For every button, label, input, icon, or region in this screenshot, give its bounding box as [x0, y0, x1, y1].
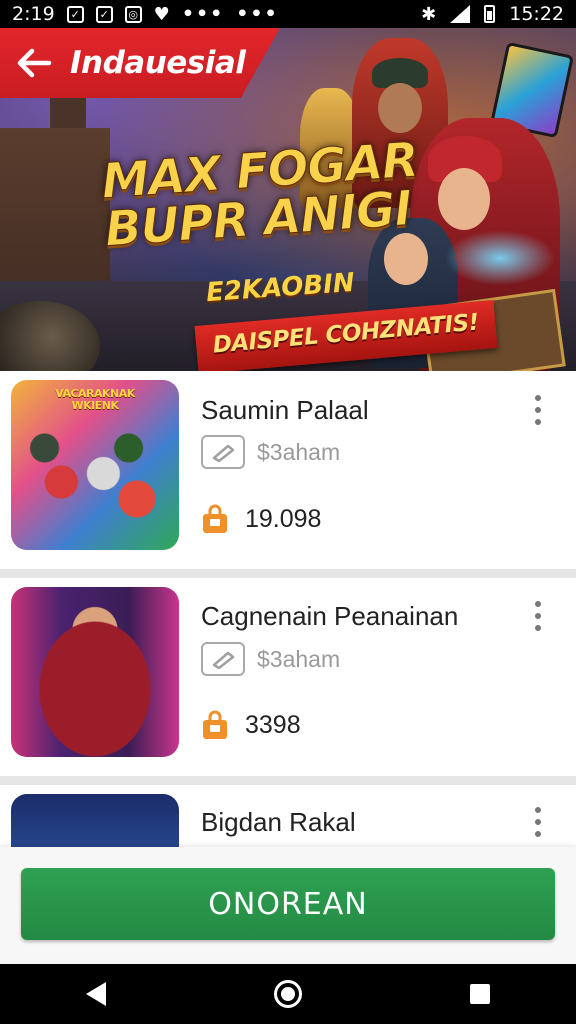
item-title: Cagnenain Peanainan	[201, 601, 459, 631]
back-arrow-icon[interactable]	[14, 43, 54, 83]
page-title: Indauesial	[70, 45, 246, 81]
tag-icon	[201, 435, 245, 469]
notification-dots: •••	[236, 3, 279, 25]
count-row: 3398	[201, 710, 301, 740]
tag-icon	[201, 642, 245, 676]
back-triangle-icon	[86, 982, 106, 1006]
heart-icon: ♥	[153, 3, 170, 25]
nav-back-button[interactable]	[66, 964, 126, 1024]
shopping-bag-icon	[201, 710, 229, 740]
bluetooth-icon: ✱	[421, 3, 437, 25]
more-options-icon[interactable]	[526, 395, 550, 425]
game-thumbnail[interactable]: VACARAKNAK WKIENK	[11, 380, 179, 550]
nav-home-button[interactable]	[258, 964, 318, 1024]
hero-face	[384, 233, 428, 285]
hero-title: MAX FOGAR BUPR ANIGI	[99, 131, 420, 258]
shopping-bag-icon	[201, 504, 229, 534]
game-thumbnail[interactable]	[11, 587, 179, 757]
check-box-icon: ✓	[66, 5, 84, 23]
home-circle-icon	[274, 980, 302, 1008]
system-nav-bar	[0, 964, 576, 1024]
header-bar: Indauesial	[0, 28, 280, 98]
item-count: 19.098	[245, 504, 322, 533]
item-title: Saumin Palaal	[201, 395, 369, 425]
status-bar: 2:19 ✓ ✓ ◎ ♥ ••• ••• ✱ 15:22	[0, 0, 576, 28]
hero-spark	[440, 228, 560, 288]
notification-dots: •••	[181, 3, 225, 25]
status-time: 2:19	[12, 3, 55, 25]
primary-action-button[interactable]: ONOREAN	[21, 868, 555, 940]
wifi-icon	[450, 5, 471, 23]
item-title: Bigdan Rakal	[201, 807, 356, 837]
game-list: VACARAKNAK WKIENK Saumin Palaal $3aham 1…	[0, 371, 576, 847]
count-row: 19.098	[201, 504, 321, 534]
hero-face	[378, 83, 422, 133]
thumbnail-title: VACARAKNAK WKIENK	[55, 387, 135, 412]
android-box-icon: ◎	[124, 5, 142, 23]
more-options-icon[interactable]	[526, 601, 550, 631]
price-row: $3aham	[201, 435, 340, 469]
status-clock: 15:22	[509, 3, 564, 25]
list-item[interactable]: Bigdan Rakal	[0, 785, 576, 847]
more-options-icon[interactable]	[526, 807, 550, 837]
check-box-icon: ✓	[95, 5, 113, 23]
nav-recents-button[interactable]	[450, 964, 510, 1024]
list-item[interactable]: VACARAKNAK WKIENK Saumin Palaal $3aham 1…	[0, 371, 576, 569]
bottom-action-area: ONOREAN	[0, 847, 576, 964]
battery-icon	[484, 5, 496, 23]
item-price: $3aham	[257, 438, 341, 465]
list-item[interactable]: Cagnenain Peanainan $3aham 3398	[0, 578, 576, 776]
item-count: 3398	[245, 710, 301, 739]
hero-face	[438, 168, 490, 230]
game-thumbnail[interactable]	[11, 794, 179, 847]
price-row: $3aham	[201, 642, 340, 676]
item-price: $3aham	[257, 645, 341, 672]
recents-square-icon	[470, 984, 490, 1004]
